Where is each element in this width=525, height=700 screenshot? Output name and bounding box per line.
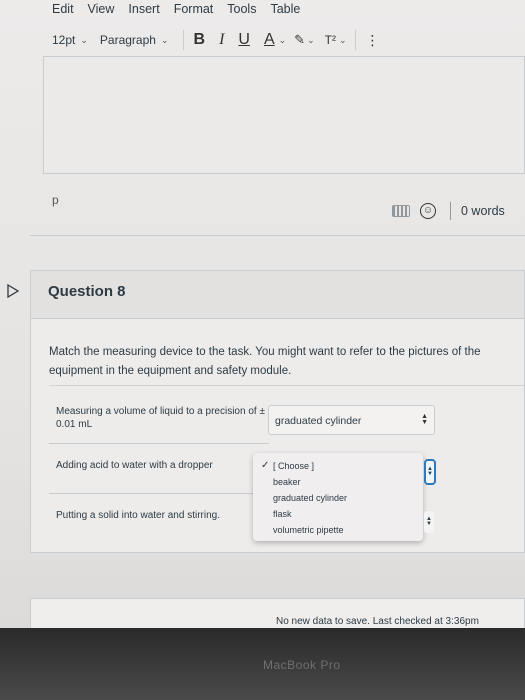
match-select-1[interactable]: graduated cylinder ▲ ▼	[268, 405, 435, 435]
option-volumetric-pipette[interactable]: volumetric pipette	[261, 522, 423, 538]
match-select-2[interactable]: ▲ ▼	[424, 459, 436, 485]
underline-button[interactable]: U	[238, 31, 250, 49]
font-size-dropdown[interactable]: 12pt ⌄	[52, 33, 88, 47]
block-format-dropdown[interactable]: Paragraph ⌄	[100, 33, 169, 47]
question-card: Question 8 Match the measuring device to…	[30, 270, 525, 553]
element-path[interactable]: p	[52, 193, 59, 207]
superscript-button[interactable]: T²	[325, 33, 336, 47]
choose-options-listbox[interactable]: ✓[ Choose ] beaker graduated cylinder fl…	[253, 453, 423, 541]
menu-insert[interactable]: Insert	[128, 0, 159, 20]
flag-question-icon[interactable]	[6, 284, 20, 298]
rich-text-editor-area[interactable]	[43, 56, 525, 174]
italic-button[interactable]: I	[219, 31, 224, 49]
row-divider	[49, 493, 269, 494]
status-divider	[450, 202, 451, 220]
question-prompt: Match the measuring device to the task. …	[49, 346, 481, 377]
match-row-label: Adding acid to water with a dropper	[56, 460, 213, 471]
editor-menubar: Edit View Insert Format Tools Table	[52, 0, 300, 20]
match-row-label: Putting a solid into water and stirring.	[56, 510, 220, 521]
chevron-down-icon[interactable]: ⌄	[279, 35, 287, 46]
option-choose[interactable]: ✓[ Choose ]	[261, 458, 423, 474]
chevron-down-icon[interactable]: ⌄	[307, 35, 315, 46]
option-graduated-cylinder[interactable]: graduated cylinder	[261, 490, 423, 506]
block-format-value: Paragraph	[99, 33, 156, 47]
highlight-icon[interactable]: ✎	[294, 32, 305, 48]
chevron-down-icon[interactable]: ⌄	[339, 35, 347, 46]
text-color-button[interactable]: A	[264, 31, 275, 49]
accessibility-icon[interactable]: ☺	[420, 203, 436, 219]
menu-table[interactable]: Table	[270, 0, 300, 20]
keyboard-icon[interactable]	[392, 205, 410, 217]
autosave-status: No new data to save. Last checked at 3:3…	[276, 616, 479, 627]
laptop-bezel: MacBook Pro	[0, 628, 525, 700]
select-arrows-icon: ▲ ▼	[427, 466, 433, 477]
row-divider	[49, 443, 269, 444]
menu-view[interactable]: View	[88, 0, 115, 20]
menu-format[interactable]: Format	[174, 0, 214, 20]
option-beaker[interactable]: beaker	[261, 474, 423, 490]
more-options-button[interactable]: ⋮	[366, 32, 380, 49]
question-title: Question 8	[31, 271, 524, 319]
editor-toolbar: 12pt ⌄ Paragraph ⌄ B I U A ⌄ ✎ ⌄ T² ⌄ ⋮	[52, 28, 525, 52]
prompt-divider	[49, 385, 524, 386]
word-count[interactable]: 0 words	[461, 204, 505, 218]
menu-tools[interactable]: Tools	[227, 0, 256, 20]
select-value: graduated cylinder	[275, 415, 362, 427]
checkmark-icon: ✓	[261, 460, 270, 471]
match-select-3[interactable]: ▲ ▼	[424, 511, 434, 533]
option-flask[interactable]: flask	[261, 506, 423, 522]
toolbar-divider	[354, 30, 356, 50]
laptop-brand-label: MacBook Pro	[263, 658, 341, 672]
match-row-label: Measuring a volume of liquid to a precis…	[56, 406, 265, 430]
bold-button[interactable]: B	[194, 31, 206, 49]
quiz-page: Edit View Insert Format Tools Table 12pt…	[0, 0, 525, 700]
menu-edit[interactable]: Edit	[52, 0, 74, 20]
chevron-down-icon: ⌄	[160, 34, 169, 45]
font-size-value: 12pt	[52, 33, 76, 47]
select-arrows-icon: ▲ ▼	[426, 516, 432, 527]
editor-status-icons: ☺ 0 words	[392, 202, 505, 220]
toolbar-divider	[182, 30, 184, 50]
chevron-down-icon: ⌄	[80, 34, 88, 45]
select-arrows-icon: ▲ ▼	[421, 413, 428, 426]
